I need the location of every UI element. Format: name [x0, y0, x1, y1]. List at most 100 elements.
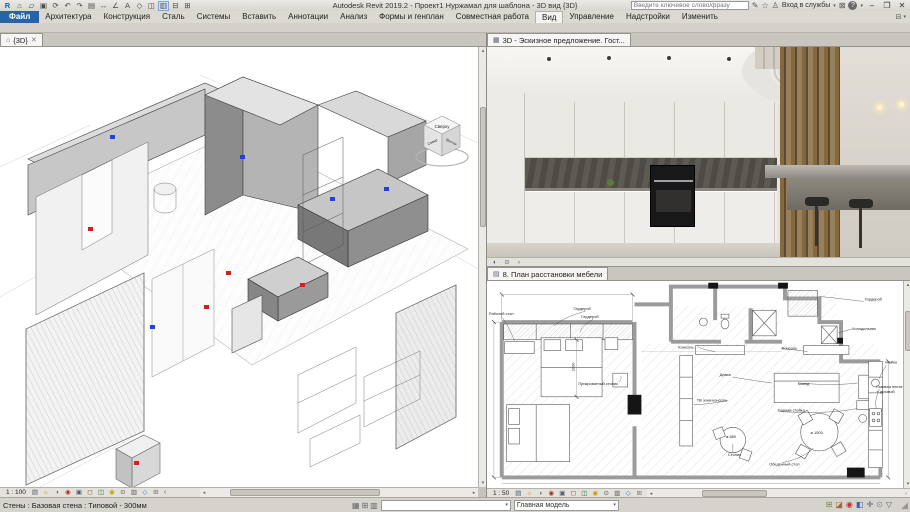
open-icon[interactable]: ▱: [26, 1, 37, 11]
help-caret-icon[interactable]: ▾: [860, 3, 863, 9]
restore-button[interactable]: ❐: [881, 1, 893, 10]
furniture-plan-drawing: Рабочий стол Гардероб Гардероб Прикроватный…: [489, 282, 903, 484]
view-tab-close-icon[interactable]: ✕: [31, 36, 37, 44]
print-icon[interactable]: ▤: [86, 1, 97, 11]
tab-systems[interactable]: Системы: [191, 11, 237, 23]
scroll-right-icon[interactable]: ▸: [470, 489, 478, 497]
hide-analytical-model-icon[interactable]: ◇: [140, 488, 150, 497]
tab-structure[interactable]: Конструкция: [98, 11, 156, 23]
scrollbar-horizontal-3d[interactable]: ◂ ▸: [200, 487, 478, 497]
minimize-button[interactable]: –: [866, 1, 878, 10]
measure-icon[interactable]: ↔: [98, 1, 109, 11]
tab-annotate[interactable]: Аннотации: [282, 11, 334, 23]
thin-lines-icon[interactable]: ▥: [158, 0, 169, 11]
tab-massing[interactable]: Формы и генплан: [373, 11, 450, 23]
scroll-down-icon[interactable]: ▾: [904, 480, 910, 488]
tab-addins[interactable]: Надстройки: [620, 11, 676, 23]
exchange-apps-icon[interactable]: ⊠: [839, 1, 846, 11]
plan-label: ø 1500: [811, 430, 824, 435]
main-area: ⌂ {3D} ✕ Сверху Север Восток ▴ ▾ 1: 100…: [0, 33, 910, 498]
editable-only-icon[interactable]: ⊞: [362, 501, 369, 510]
file-tab[interactable]: Файл: [0, 11, 40, 23]
vcb-collapse-icon[interactable]: ‹: [162, 489, 168, 496]
scroll-thumb[interactable]: [702, 490, 767, 497]
text-note-icon[interactable]: A: [122, 1, 133, 11]
infocenter-search-input[interactable]: [630, 1, 749, 10]
subscription-icon[interactable]: ✎: [752, 1, 759, 11]
select-links-icon[interactable]: ⊞: [826, 499, 833, 511]
temporary-hide-isolate-icon[interactable]: ◫: [96, 488, 106, 497]
select-underlay-icon[interactable]: ◪: [835, 499, 843, 511]
undo-icon[interactable]: ↶: [62, 1, 73, 11]
scroll-up-icon[interactable]: ▴: [904, 281, 910, 289]
plan-label: Комод: [798, 381, 810, 386]
scrollbar-vertical-3d[interactable]: ▴ ▾: [478, 47, 486, 487]
kitchen-tall-cabinet: [487, 93, 525, 245]
default-3d-view-icon[interactable]: ◇: [134, 1, 145, 11]
scroll-thumb[interactable]: [230, 489, 380, 496]
view-tab-render[interactable]: ▦ 3D - Эскизное предложение. Гост...: [487, 33, 631, 46]
crop-view-icon[interactable]: ▣: [74, 488, 84, 497]
close-inactive-windows-icon[interactable]: ⊟: [170, 1, 181, 11]
temporary-view-properties-icon[interactable]: ▥: [129, 488, 139, 497]
worksharing-display-icon[interactable]: ⊙: [118, 488, 128, 497]
view-scale-button[interactable]: 1 : 100: [3, 488, 29, 497]
select-by-face-icon[interactable]: ◧: [856, 499, 864, 511]
save-icon[interactable]: ▣: [38, 1, 49, 11]
home-icon[interactable]: ⌂: [14, 1, 25, 11]
resize-grip-icon[interactable]: ◢: [901, 500, 908, 511]
show-crop-icon[interactable]: ◻: [85, 488, 95, 497]
tab-steel[interactable]: Сталь: [156, 11, 191, 23]
tab-analyze[interactable]: Анализ: [334, 11, 373, 23]
selection-toggles: ⊞ ◪ ◉ ◧ ✛ ⊙ ▽: [826, 499, 892, 511]
scroll-thumb[interactable]: [905, 311, 910, 351]
design-options-icon[interactable]: ▥: [370, 501, 378, 510]
ribbon-collapse-icon[interactable]: ⊟: [896, 13, 902, 21]
viewcube-top-label[interactable]: Сверху: [434, 124, 450, 129]
plan-label: Обеденный стол: [769, 462, 800, 467]
scroll-left-icon[interactable]: ◂: [200, 489, 208, 497]
profile-icon[interactable]: ♙: [772, 1, 779, 11]
switch-windows-icon[interactable]: ⊞: [182, 1, 193, 11]
tab-modify[interactable]: Изменить: [676, 11, 724, 23]
sign-in-button[interactable]: Вход в службы: [782, 2, 830, 9]
visual-style-icon[interactable]: ▤: [30, 488, 40, 497]
tab-collaborate[interactable]: Совместная работа: [450, 11, 535, 23]
tab-view[interactable]: Вид: [535, 11, 564, 23]
close-button[interactable]: ✕: [896, 1, 908, 10]
render-viewport[interactable]: [487, 47, 910, 257]
active-model-dropdown[interactable]: Главная модель ▾: [513, 499, 619, 511]
selection-settings-icon[interactable]: ⊙: [876, 499, 883, 511]
view-tab-plan[interactable]: ▤ 8. План расстановки мебели: [487, 267, 609, 280]
worksets-icon[interactable]: ▦: [352, 501, 360, 510]
reveal-hidden-icon[interactable]: ◉: [107, 488, 117, 497]
quick-access-toolbar: R ⌂ ▱ ▣ ⟳ ↶ ↷ ▤ ↔ ∠ A ◇ ◫ ▥ ⊟ ⊞: [0, 0, 193, 11]
select-pinned-icon[interactable]: ◉: [846, 499, 853, 511]
tab-insert[interactable]: Вставить: [236, 11, 282, 23]
plan-viewport[interactable]: Рабочий стол Гардероб Гардероб Прикроватный…: [487, 281, 903, 488]
filter-icon[interactable]: ▽: [886, 499, 892, 511]
aligned-dimension-icon[interactable]: ∠: [110, 1, 121, 11]
view-tab-bar-plan: ▤ 8. План расстановки мебели: [487, 267, 910, 281]
tab-manage[interactable]: Управление: [563, 11, 619, 23]
shadows-icon[interactable]: ◑: [52, 488, 62, 497]
viewport-3d[interactable]: Сверху Север Восток: [0, 47, 478, 487]
sun-path-icon[interactable]: ☼: [41, 488, 51, 497]
help-icon[interactable]: ?: [848, 1, 858, 10]
redo-icon[interactable]: ↷: [74, 1, 85, 11]
scrollbar-vertical-plan[interactable]: ▴ ▾: [903, 281, 910, 488]
favorites-icon[interactable]: ☆: [762, 1, 769, 11]
sync-with-central-icon[interactable]: ⟳: [50, 1, 61, 11]
drag-on-selection-icon[interactable]: ✛: [866, 499, 873, 511]
tab-architecture[interactable]: Архитектура: [39, 11, 97, 23]
active-workset-dropdown[interactable]: ▾: [380, 499, 511, 511]
workset-caret-icon: ▾: [505, 502, 508, 508]
revit-logo[interactable]: R: [2, 1, 13, 11]
ribbon-collapse-caret-icon[interactable]: ▾: [903, 14, 906, 20]
displacement-sets-icon[interactable]: ⊞: [151, 488, 161, 497]
view-tab-3d[interactable]: ⌂ {3D} ✕: [0, 33, 43, 46]
status-mini-icons: ▦ ⊞ ▥: [352, 501, 378, 510]
section-icon[interactable]: ◫: [146, 1, 157, 11]
rendering-dialog-icon[interactable]: ◉: [63, 488, 73, 497]
sign-in-caret-icon[interactable]: ▾: [833, 3, 836, 9]
